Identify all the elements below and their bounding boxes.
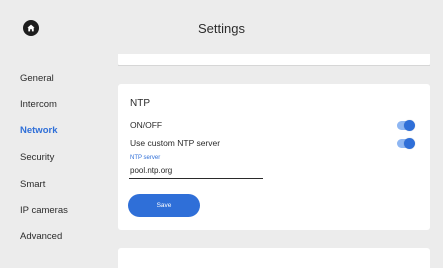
toggle-knob [404,120,415,131]
sidebar: General Intercom Network Security Smart … [0,54,104,262]
previous-settings-card [118,54,430,66]
home-button[interactable] [23,20,39,36]
custom-ntp-server-toggle[interactable] [397,138,415,149]
sidebar-item-advanced[interactable]: Advanced [20,230,62,244]
sidebar-item-ip-cameras[interactable]: IP cameras [20,204,68,218]
toggle-knob [404,138,415,149]
custom-ntp-server-label: Use custom NTP server [130,138,221,148]
sidebar-item-general[interactable]: General [20,72,54,86]
header-bar: Settings [0,0,443,54]
sidebar-item-smart[interactable]: Smart [20,178,45,192]
sidebar-item-network[interactable]: Network [20,124,57,138]
next-settings-card [118,248,430,268]
home-icon [27,24,35,32]
ntp-settings-card: NTP ON/OFF Use custom NTP server NTP ser… [118,84,430,230]
ntp-onoff-toggle[interactable] [397,120,415,131]
save-button[interactable]: Save [128,194,200,217]
page-title: Settings [198,20,245,36]
sidebar-item-intercom[interactable]: Intercom [20,98,57,112]
onoff-label: ON/OFF [130,120,163,130]
ntp-server-input[interactable] [129,165,263,179]
divider [118,65,430,66]
ntp-server-field-label: NTP server [130,155,161,161]
ntp-section-title: NTP [130,98,150,109]
sidebar-item-security[interactable]: Security [20,151,54,165]
